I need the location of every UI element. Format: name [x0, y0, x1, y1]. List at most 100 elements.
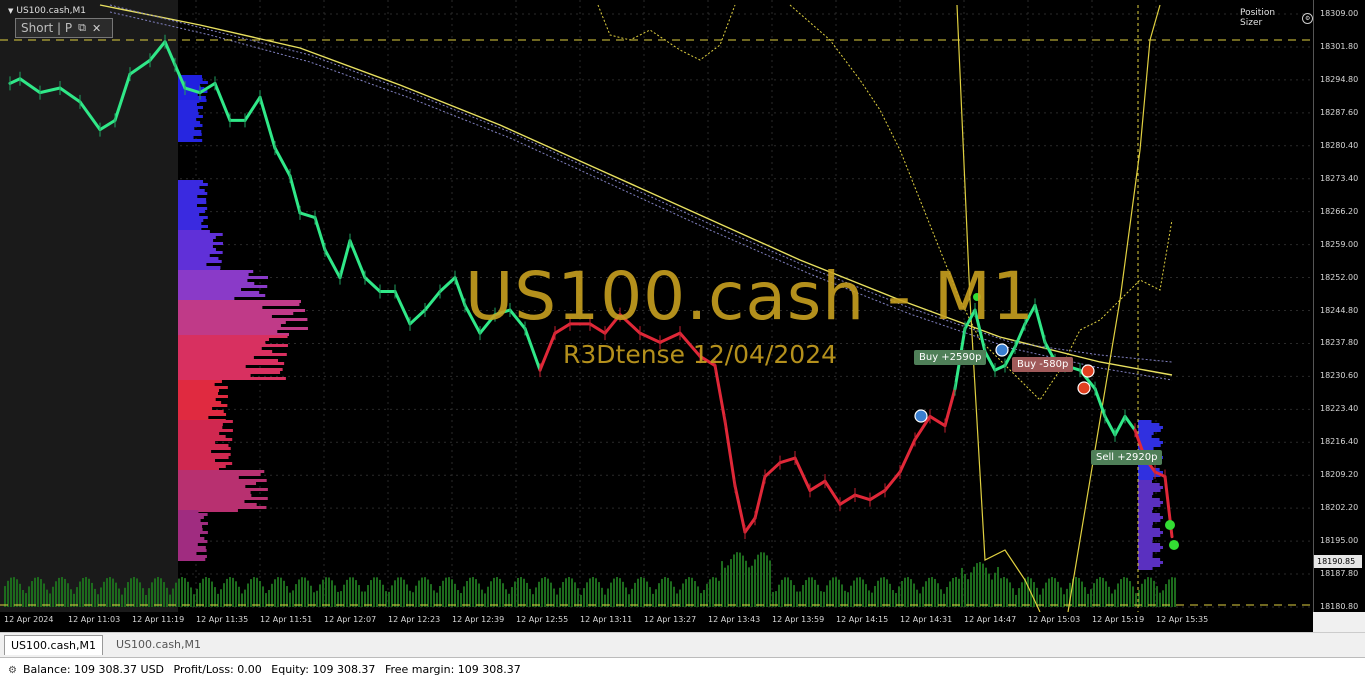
profile-bar	[178, 479, 267, 482]
profile-bar	[178, 438, 233, 441]
profile-bar	[178, 222, 202, 225]
trade-tag: Buy +2590p	[914, 350, 987, 365]
volume-bar	[202, 578, 204, 607]
trade-panel[interactable]: Short | P ⧉ ✕	[15, 18, 113, 38]
settings-icon[interactable]: ⚙	[1302, 12, 1313, 24]
volume-bar	[373, 577, 375, 607]
volume-bar	[814, 579, 816, 607]
profile-bar	[178, 124, 203, 127]
position-sizer[interactable]: Position Sizer ⚙	[1240, 8, 1313, 28]
profile-bar	[178, 306, 263, 309]
profile-bar	[178, 549, 207, 552]
volume-bar	[223, 583, 225, 607]
volume-bar	[286, 586, 288, 607]
profile-bar	[178, 528, 203, 531]
volume-bar	[250, 579, 252, 607]
volume-bar	[997, 567, 999, 607]
profile-bar	[178, 423, 223, 426]
volume-bar	[1021, 582, 1023, 607]
price-segment	[883, 470, 902, 492]
chart-tabs: US100.cash,M1 US100.cash,M1	[0, 632, 1365, 657]
profile-bar	[1138, 441, 1163, 444]
close-icon[interactable]: ✕	[92, 22, 101, 35]
volume-bar	[577, 588, 579, 607]
volume-bar	[841, 584, 843, 607]
volume-bar	[823, 591, 825, 607]
restore-icon[interactable]: ⧉	[78, 21, 86, 35]
buy-marker	[995, 343, 1009, 357]
volume-bar	[1141, 583, 1143, 607]
volume-bar	[463, 586, 465, 607]
price-tick-label: 18244.80	[1320, 305, 1359, 315]
profile-bar	[178, 347, 262, 350]
volume-bar	[490, 581, 492, 607]
price-segment	[423, 290, 442, 312]
profile-bar	[178, 371, 281, 374]
volume-bar	[424, 577, 426, 607]
volume-bar	[1099, 577, 1101, 607]
time-scale[interactable]: 12 Apr 2024 12 Apr 11:03 12 Apr 11:19 12 Ap…	[0, 612, 1313, 632]
volume-bar	[1081, 581, 1083, 607]
position-sizer-label[interactable]: Position Sizer	[1240, 8, 1298, 28]
volume-bar	[742, 555, 744, 607]
volume-bar	[229, 577, 231, 607]
volume-bar	[757, 554, 759, 607]
tab-chart-active[interactable]: US100.cash,M1	[4, 635, 104, 655]
volume-bar	[43, 583, 45, 607]
tab-chart[interactable]: US100.cash,M1	[110, 635, 207, 654]
volume-bar	[1162, 590, 1164, 607]
buy-marker	[914, 409, 928, 423]
profile-bar	[178, 410, 224, 413]
profile-bar	[178, 534, 201, 537]
volume-bar	[1156, 586, 1158, 607]
volume-bar	[421, 577, 423, 607]
profile-shade	[0, 0, 178, 612]
volume-bar	[883, 577, 885, 607]
volume-bar	[544, 577, 546, 607]
volume-bar	[1012, 588, 1014, 607]
chart-area[interactable]: ▼ US100.cash,M1 Short | P ⧉ ✕ Position Si…	[0, 0, 1313, 612]
volume-bar	[130, 578, 132, 607]
volume-bar	[1129, 581, 1131, 607]
profile-bar	[1138, 558, 1161, 561]
volume-bar	[91, 582, 93, 607]
chevron-down-icon[interactable]: ▼	[8, 7, 13, 15]
trade-mode-label[interactable]: Short | P	[21, 21, 72, 35]
volume-bar	[28, 586, 30, 607]
volume-bar	[712, 577, 714, 607]
volume-bar	[154, 578, 156, 607]
volume-bar	[1054, 578, 1056, 607]
volume-bar	[118, 588, 120, 607]
sell-marker	[1081, 364, 1095, 378]
volume-bar	[40, 579, 42, 607]
profile-bar	[178, 341, 266, 344]
volume-bar	[115, 582, 117, 607]
volume-bar	[1045, 582, 1047, 607]
price-segment	[243, 95, 262, 122]
volume-bar	[475, 579, 477, 607]
volume-bar	[880, 577, 882, 607]
volume-bar	[181, 577, 183, 607]
volume-bar	[499, 578, 501, 607]
profile-bar	[178, 213, 200, 216]
price-tick-label: 18301.80	[1320, 41, 1359, 51]
volume-bar	[175, 582, 177, 607]
price-segment	[338, 239, 352, 280]
profile-bar	[178, 230, 210, 233]
volume-bar	[331, 580, 333, 607]
profile-bar	[178, 294, 266, 297]
volume-bar	[322, 579, 324, 607]
price-segment	[823, 479, 842, 506]
volume-bar	[439, 586, 441, 607]
volume-bar	[1078, 578, 1080, 607]
volume-bar	[346, 579, 348, 607]
volume-bar	[550, 582, 552, 607]
volume-bar	[838, 579, 840, 607]
volume-bar	[451, 579, 453, 607]
price-scale[interactable]: 18309.00 18301.80 18294.80 18287.60 18280.40…	[1313, 0, 1365, 612]
profile-bar	[178, 531, 208, 534]
price-tick-label: 18280.40	[1320, 140, 1359, 150]
volume-bar	[736, 552, 738, 607]
volume-bar	[142, 588, 144, 607]
volume-bar	[682, 583, 684, 607]
